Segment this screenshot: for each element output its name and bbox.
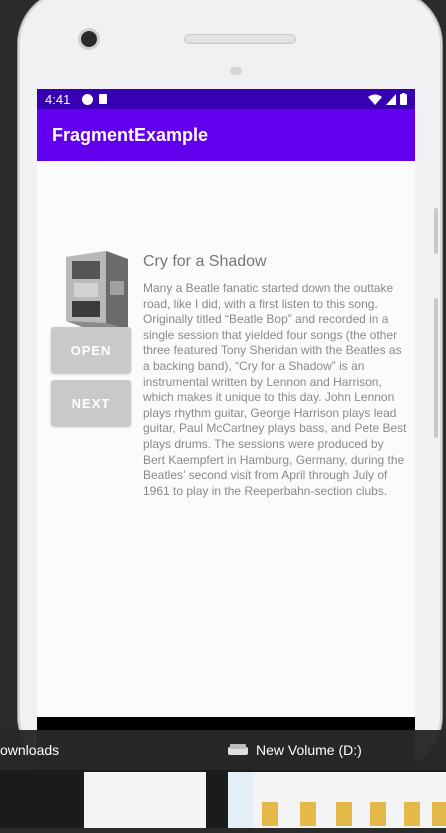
window-thumbnails bbox=[0, 770, 446, 828]
device-screen: 4:41 FragmentExample OPEN NEXT Cry for a… bbox=[37, 89, 415, 729]
battery-icon bbox=[400, 93, 407, 105]
app-bar: FragmentExample bbox=[37, 109, 415, 161]
power-button[interactable] bbox=[434, 298, 438, 438]
sd-card-icon bbox=[99, 94, 108, 104]
fragment-content: OPEN NEXT Cry for a Shadow Many a Beatle… bbox=[37, 161, 415, 729]
wifi-icon bbox=[368, 94, 382, 105]
downloads-window-thumbnail[interactable] bbox=[84, 772, 206, 828]
song-description: Many a Beatle fanatic started down the o… bbox=[143, 281, 407, 498]
signal-icon bbox=[386, 93, 396, 105]
downloads-window-label[interactable]: ownloads bbox=[0, 742, 59, 758]
volume-button[interactable] bbox=[434, 208, 438, 254]
drive-window-item[interactable]: New Volume (D:) bbox=[228, 742, 362, 758]
proximity-sensor bbox=[230, 67, 242, 75]
status-time: 4:41 bbox=[45, 91, 71, 107]
drive-window-thumbnail[interactable] bbox=[228, 772, 446, 828]
song-title: Cry for a Shadow bbox=[143, 253, 267, 270]
os-taskbar: ownloads New Volume (D:) bbox=[0, 730, 446, 770]
open-button[interactable]: OPEN bbox=[51, 327, 131, 373]
front-camera bbox=[81, 31, 97, 47]
earpiece-speaker bbox=[184, 34, 296, 44]
app-notification-icon bbox=[82, 93, 94, 105]
album-cover-image bbox=[66, 251, 128, 329]
app-title: FragmentExample bbox=[52, 124, 209, 145]
folder-icons bbox=[228, 772, 446, 828]
next-button[interactable]: NEXT bbox=[51, 380, 131, 426]
status-bar: 4:41 bbox=[37, 89, 415, 109]
drive-window-label: New Volume (D:) bbox=[256, 742, 362, 758]
drive-icon bbox=[228, 744, 248, 755]
